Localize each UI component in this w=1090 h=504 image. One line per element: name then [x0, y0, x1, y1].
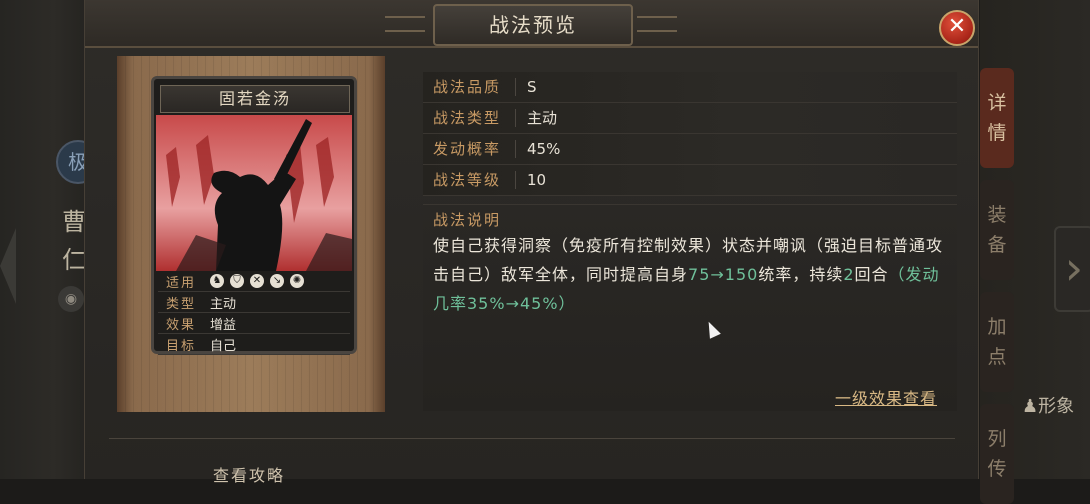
divider — [515, 171, 516, 189]
archer-unit-icon: ✕ — [250, 274, 264, 288]
description-text: 使自己获得洞察（免疫所有控制效果）状态并嘲讽（强迫目标普通攻击自己）敌军全体，同… — [433, 231, 953, 318]
rate-label: 发动概率 — [433, 140, 502, 158]
tab-equipment[interactable]: 装 备 — [980, 180, 1014, 280]
info-row-rate: 发动概率 45% — [423, 134, 957, 165]
description-title: 战法说明 — [433, 211, 502, 229]
stat-range: 75→150 — [688, 265, 759, 284]
appearance-label: 形象 — [1038, 396, 1075, 417]
type-value: 主动 — [527, 109, 558, 127]
attr-value: 主动 — [210, 296, 237, 312]
background-left-panel: 极 曹 仁 ◉ — [0, 0, 100, 479]
rate-value: 45% — [527, 140, 561, 158]
divider — [515, 109, 516, 127]
level-label: 战法等级 — [433, 171, 502, 189]
tactic-card: 固若金汤 适用 ♞ ⛉ ✕ ↘ ✺ 类型 主动 效果 增益 目标 自己 — [151, 76, 357, 355]
tab-details-char-1: 详 — [987, 92, 1007, 114]
tab-details-char-2: 情 — [987, 122, 1007, 144]
type-label: 战法类型 — [433, 109, 502, 127]
person-icon: ♟ — [1022, 396, 1039, 417]
footer-divider — [109, 438, 955, 439]
tab-biography[interactable]: 列 传 — [980, 404, 1014, 504]
tab-details[interactable]: 详 情 — [980, 68, 1014, 168]
attr-key: 效果 — [165, 317, 196, 333]
tab-bio-char-2: 传 — [987, 458, 1007, 480]
attr-row-target: 目标 自己 — [158, 334, 350, 355]
tactic-preview-modal: 战法预览 ✕ 固若金汤 适用 ♞ ⛉ ✕ ↘ ✺ 类型 主动 效果 增益 目标 … — [84, 0, 979, 485]
description-part-3: 回合 — [854, 265, 889, 284]
close-icon: ✕ — [947, 14, 967, 39]
spear-unit-icon: ↘ — [270, 274, 284, 288]
tab-attribute-points[interactable]: 加 点 — [980, 292, 1014, 392]
sound-icon[interactable]: ◉ — [58, 286, 84, 312]
quality-value: S — [527, 78, 537, 96]
title-ornament-right — [637, 16, 677, 32]
level-value: 10 — [527, 171, 547, 189]
attr-row-applicable: 适用 ♞ ⛉ ✕ ↘ ✺ — [158, 271, 350, 292]
siege-unit-icon: ✺ — [290, 274, 304, 288]
divider — [515, 78, 516, 96]
description-panel: 战法说明 使自己获得洞察（免疫所有控制效果）状态并嘲讽（强迫目标普通攻击自己）敌… — [423, 204, 957, 411]
duration-value: 2 — [843, 265, 855, 284]
info-row-level: 战法等级 10 — [423, 165, 957, 196]
attr-value: 增益 — [210, 317, 237, 333]
attr-row-effect: 效果 增益 — [158, 313, 350, 334]
mounted-unit-icon: ♞ — [210, 274, 224, 288]
tab-bio-char-1: 列 — [987, 428, 1007, 450]
tactic-name: 固若金汤 — [160, 85, 350, 113]
attr-key: 类型 — [165, 296, 196, 312]
level-one-effect-link[interactable]: 一级效果查看 — [835, 385, 937, 409]
attr-row-type: 类型 主动 — [158, 292, 350, 313]
view-guide-button[interactable]: 查看攻略 — [213, 462, 285, 486]
info-row-quality: 战法品质 S — [423, 72, 957, 103]
prev-arrow-icon[interactable] — [0, 228, 16, 304]
attr-key: 适用 — [165, 275, 196, 291]
quality-label: 战法品质 — [433, 78, 502, 96]
tab-equipment-char-1: 装 — [987, 204, 1007, 226]
tab-points-char-2: 点 — [987, 346, 1007, 368]
info-row-type: 战法类型 主动 — [423, 103, 957, 134]
appearance-button[interactable]: ♟形象 — [1022, 392, 1074, 418]
description-part-2: 统率，持续 — [758, 265, 844, 284]
modal-title-bar: 战法预览 ✕ — [85, 0, 978, 48]
tab-points-char-1: 加 — [987, 316, 1007, 338]
title-ornament-left — [385, 16, 425, 32]
next-arrow-icon[interactable]: › — [1054, 226, 1090, 312]
tactic-artwork — [156, 115, 352, 271]
close-button[interactable]: ✕ — [939, 10, 975, 46]
unit-type-icons: ♞ ⛉ ✕ ↘ ✺ — [204, 274, 304, 288]
divider — [515, 140, 516, 158]
tactic-attributes: 适用 ♞ ⛉ ✕ ↘ ✺ 类型 主动 效果 增益 目标 自己 — [158, 271, 350, 355]
tab-equipment-char-2: 备 — [987, 234, 1007, 256]
modal-title: 战法预览 — [433, 4, 633, 46]
attr-value: 自己 — [210, 338, 237, 354]
shield-unit-icon: ⛉ — [230, 274, 244, 288]
attr-key: 目标 — [165, 338, 196, 354]
